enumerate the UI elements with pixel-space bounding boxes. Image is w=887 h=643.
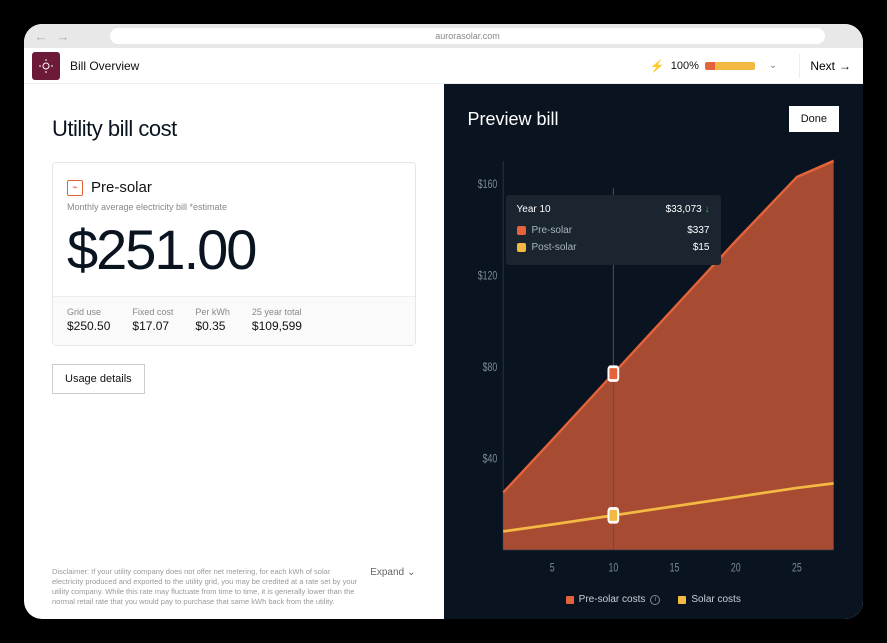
section-title: Utility bill cost xyxy=(52,116,416,142)
tooltip-title: Year 10 xyxy=(517,204,551,215)
expand-button[interactable]: Expand ⌄ xyxy=(370,567,415,578)
lightning-icon: ⚡ xyxy=(650,59,665,73)
stat-per-kwh: Per kWh $0.35 xyxy=(195,307,230,333)
left-pane: Utility bill cost ⌁ Pre-solar Monthly av… xyxy=(24,84,444,619)
disclaimer-row: Disclaimer: If your utility company does… xyxy=(52,557,416,608)
progress-section: ⚡ 100% ⌄ xyxy=(642,59,793,73)
browser-bar: ← → aurorasolar.com xyxy=(24,24,863,48)
svg-text:20: 20 xyxy=(730,561,740,575)
svg-text:5: 5 xyxy=(549,561,554,575)
stat-value: $17.07 xyxy=(132,319,173,333)
url-bar[interactable]: aurorasolar.com xyxy=(110,28,825,44)
tooltip-label: Post-solar xyxy=(532,242,577,253)
next-button[interactable]: Next → xyxy=(806,59,855,73)
tooltip-row-pre: Pre-solar $337 xyxy=(517,222,710,239)
page-title: Bill Overview xyxy=(70,59,139,73)
tooltip-value: $337 xyxy=(687,225,709,236)
back-arrow-icon[interactable]: ← xyxy=(32,27,50,45)
disclaimer-text: Disclaimer: If your utility company does… xyxy=(52,567,358,608)
top-bar: Bill Overview ⚡ 100% ⌄ Next → xyxy=(24,48,863,84)
stat-value: $250.50 xyxy=(67,319,110,333)
stat-fixed-cost: Fixed cost $17.07 xyxy=(132,307,173,333)
stat-label: 25 year total xyxy=(252,307,302,317)
svg-text:$80: $80 xyxy=(482,360,497,374)
stat-value: $0.35 xyxy=(195,319,230,333)
right-pane: Preview bill Done $40 $80 $120 $160 5 10 15 20 2… xyxy=(444,84,864,619)
square-icon xyxy=(566,596,574,604)
svg-text:10: 10 xyxy=(608,561,618,575)
tooltip-label: Pre-solar xyxy=(532,225,573,236)
svg-text:15: 15 xyxy=(669,561,679,575)
chart-tooltip: Year 10 $33,073 ↓ Pre-solar $337 Post-so… xyxy=(506,195,721,265)
card-title: Pre-solar xyxy=(91,179,152,196)
stat-value: $109,599 xyxy=(252,319,302,333)
preview-header: Preview bill Done xyxy=(468,106,840,132)
content: Utility bill cost ⌁ Pre-solar Monthly av… xyxy=(24,84,863,619)
card-header: ⌁ Pre-solar xyxy=(67,179,401,196)
arrow-down-icon: ↓ xyxy=(705,204,710,215)
done-button[interactable]: Done xyxy=(789,106,839,132)
info-icon[interactable]: i xyxy=(650,595,660,605)
tablet-frame: ← → aurorasolar.com Bill Overview ⚡ 100%… xyxy=(0,0,887,643)
chart-area: $40 $80 $120 $160 5 10 15 20 25 Year 10 $33,073 … xyxy=(468,150,840,588)
svg-text:$120: $120 xyxy=(477,269,497,283)
legend-pre-solar: Pre-solar costs i xyxy=(566,594,661,605)
stat-label: Fixed cost xyxy=(132,307,173,317)
pre-solar-card: ⌁ Pre-solar Monthly average electricity … xyxy=(52,162,416,346)
arrow-right-icon: → xyxy=(839,59,851,73)
square-icon xyxy=(517,226,526,235)
chevron-down-icon: ⌄ xyxy=(407,567,415,578)
stats-row: Grid use $250.50 Fixed cost $17.07 Per k… xyxy=(53,296,415,345)
chevron-down-icon[interactable]: ⌄ xyxy=(761,60,785,71)
usage-details-button[interactable]: Usage details xyxy=(52,364,145,394)
app-logo-icon xyxy=(32,52,60,80)
tooltip-total: $33,073 xyxy=(666,204,702,215)
bill-amount: $251.00 xyxy=(67,222,401,278)
screen: ← → aurorasolar.com Bill Overview ⚡ 100%… xyxy=(24,24,863,619)
square-icon xyxy=(517,243,526,252)
utility-icon: ⌁ xyxy=(67,180,83,196)
nav-arrows: ← → xyxy=(32,27,72,45)
stat-label: Per kWh xyxy=(195,307,230,317)
legend-solar: Solar costs xyxy=(678,594,740,605)
legend-label: Solar costs xyxy=(691,594,740,605)
progress-bar xyxy=(705,62,755,70)
svg-text:$40: $40 xyxy=(482,452,497,466)
tooltip-value: $15 xyxy=(693,242,710,253)
stat-grid-use: Grid use $250.50 xyxy=(67,307,110,333)
progress-percent: 100% xyxy=(671,60,699,72)
tooltip-row-post: Post-solar $15 xyxy=(517,239,710,256)
stat-total: 25 year total $109,599 xyxy=(252,307,302,333)
stat-label: Grid use xyxy=(67,307,110,317)
expand-label: Expand xyxy=(370,567,404,578)
svg-text:25: 25 xyxy=(792,561,802,575)
preview-title: Preview bill xyxy=(468,109,559,130)
chart-legend: Pre-solar costs i Solar costs xyxy=(468,588,840,605)
next-label: Next xyxy=(810,59,835,73)
svg-text:$160: $160 xyxy=(477,178,497,192)
forward-arrow-icon[interactable]: → xyxy=(54,27,72,45)
legend-label: Pre-solar costs xyxy=(579,594,646,605)
square-icon xyxy=(678,596,686,604)
card-subtitle: Monthly average electricity bill *estima… xyxy=(67,202,401,212)
